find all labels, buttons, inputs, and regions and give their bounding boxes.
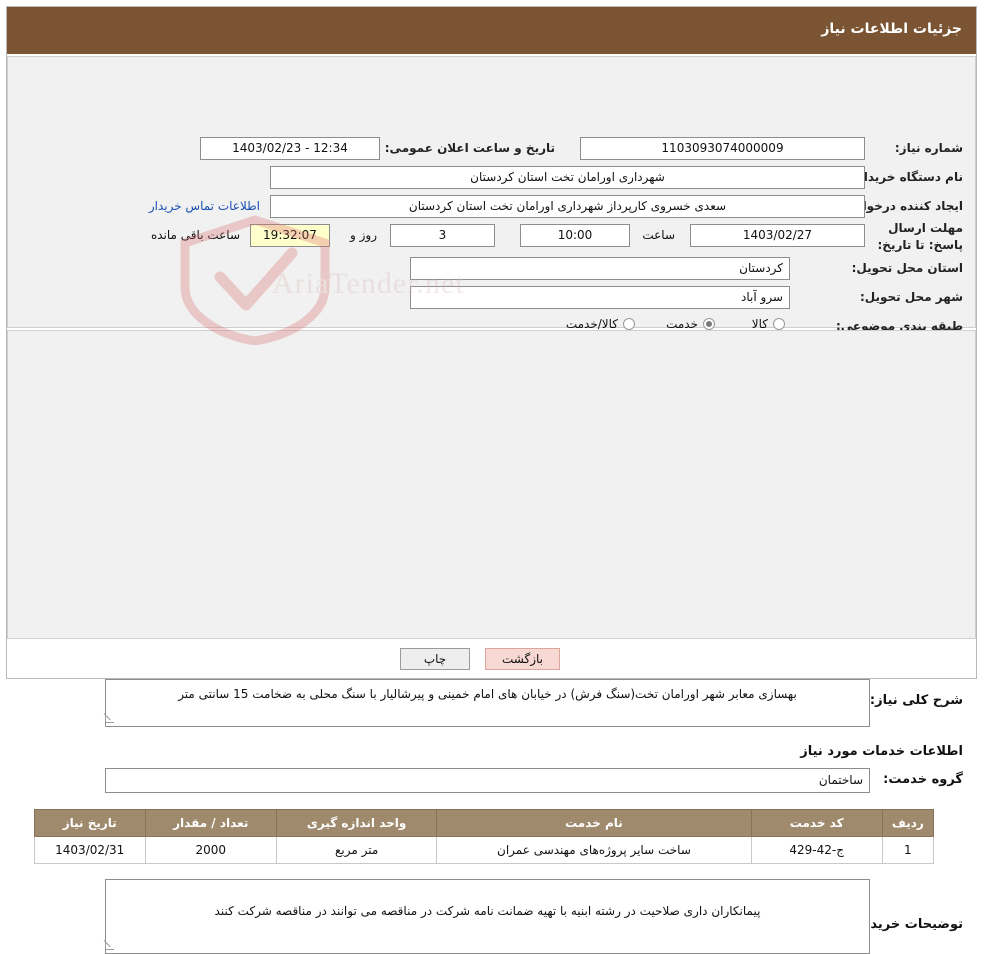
- service-group-label: گروه خدمت:: [883, 772, 963, 787]
- radio-dot-icon: [773, 318, 785, 330]
- need-info-panel: شماره نیاز: 1103093074000009 تاریخ و ساع…: [7, 56, 976, 365]
- buyer-org-label: نام دستگاه خریدار:: [852, 170, 963, 184]
- col-date: تاریخ نیاز: [34, 809, 146, 837]
- city-value: سرو آباد: [410, 286, 790, 309]
- page-title: جزئیات اطلاعات نیاز: [821, 21, 962, 37]
- announce-datetime-value: 12:34 - 1403/02/23: [200, 137, 380, 160]
- announce-datetime-label: تاریخ و ساعت اعلان عمومی:: [384, 141, 555, 155]
- services-table: ردیف کد خدمت نام خدمت واحد اندازه گیری ت…: [34, 809, 935, 864]
- buyer-notes-value: پیمانکاران داری صلاحیت در رشته ابنیه با …: [105, 879, 870, 954]
- province-value: کردستان: [410, 257, 790, 280]
- col-unit: واحد اندازه گیری: [275, 809, 438, 837]
- page-root: جزئیات اطلاعات نیاز شماره نیاز: 11030930…: [0, 0, 985, 954]
- creator-value: سعدی خسروی کارپرداز شهرداری اورامان تخت …: [270, 195, 865, 218]
- cell-unit: متر مربع: [275, 836, 438, 864]
- window-titlebar: جزئیات اطلاعات نیاز: [7, 7, 976, 54]
- services-section-title: اطلاعات خدمات مورد نیاز: [800, 744, 963, 759]
- deadline-time-value: 10:00: [520, 224, 630, 247]
- remaining-days-value: 3: [390, 224, 495, 247]
- table-header-row: ردیف کد خدمت نام خدمت واحد اندازه گیری ت…: [34, 809, 935, 837]
- city-label: شهر محل تحویل:: [859, 290, 963, 304]
- cell-row: 1: [881, 836, 935, 864]
- col-row: ردیف: [881, 809, 935, 837]
- cell-qty: 2000: [144, 836, 277, 864]
- province-label: استان محل تحویل:: [851, 261, 963, 275]
- need-details-panel: شرح کلی نیاز: بهسازی معابر شهر اورامان ت…: [7, 330, 976, 954]
- days-label: روز و: [350, 228, 377, 242]
- general-desc-value: بهسازی معابر شهر اورامان تخت(سنگ فرش) در…: [105, 679, 870, 727]
- remaining-time-label: ساعت باقی مانده: [150, 228, 240, 242]
- radio-dot-icon: [703, 318, 715, 330]
- deadline-label: مهلت ارسال پاسخ: تا تاریخ:: [877, 221, 964, 252]
- deadline-date-value: 1403/02/27: [690, 224, 865, 247]
- radio-dot-icon: [623, 318, 635, 330]
- buyer-org-value: شهرداری اورامان تخت استان کردستان: [270, 166, 865, 189]
- general-desc-label: شرح کلی نیاز:: [869, 693, 963, 708]
- category-option-kala-label: کالا: [751, 317, 768, 331]
- service-group-value: ساختمان: [105, 768, 870, 793]
- cell-date: 1403/02/31: [34, 836, 146, 864]
- need-number-label: شماره نیاز:: [894, 141, 963, 155]
- remaining-time-value: 19:32:07: [250, 224, 330, 247]
- cell-name: ساخت سایر پروژه‌های مهندسی عمران: [436, 836, 752, 864]
- category-option-khedmat-label: خدمت: [666, 317, 698, 331]
- col-name: نام خدمت: [436, 809, 752, 837]
- back-button[interactable]: بازگشت: [485, 648, 560, 670]
- table-row: 1 ج-42-429 ساخت سایر پروژه‌های مهندسی عم…: [34, 836, 935, 864]
- hour-label: ساعت: [642, 228, 675, 242]
- buyer-contact-link[interactable]: اطلاعات تماس خریدار: [149, 199, 260, 213]
- cell-code: ج-42-429: [750, 836, 883, 864]
- category-option-kala-khedmat-label: کالا/خدمت: [565, 317, 618, 331]
- need-number-value: 1103093074000009: [580, 137, 865, 160]
- print-button[interactable]: چاپ: [400, 648, 470, 670]
- col-code: کد خدمت: [750, 809, 883, 837]
- col-qty: تعداد / مقدار: [144, 809, 277, 837]
